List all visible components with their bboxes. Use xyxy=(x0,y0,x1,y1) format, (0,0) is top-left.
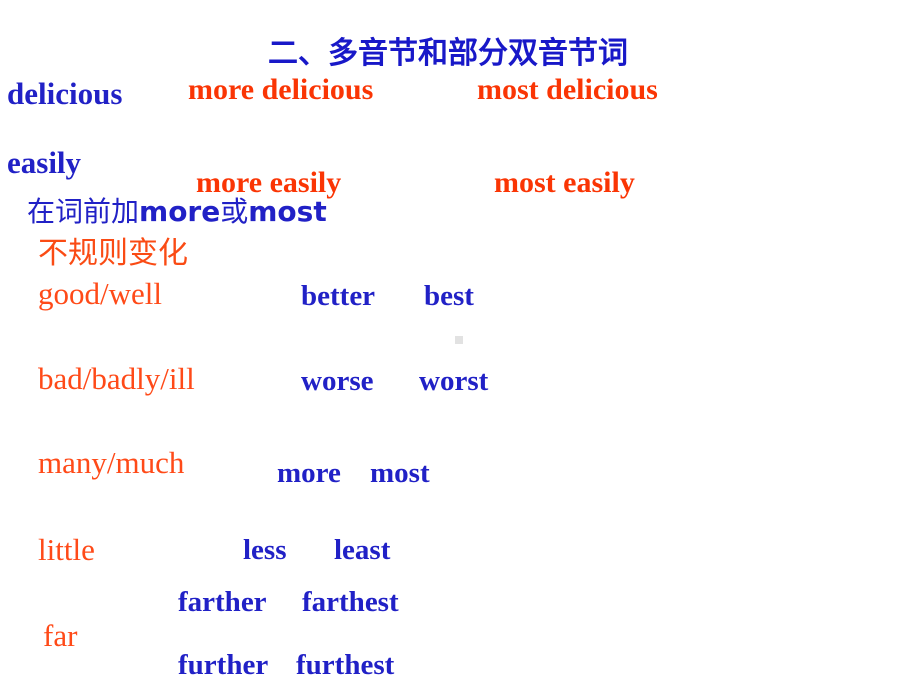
base-word-delicious: delicious xyxy=(7,76,123,111)
irregular-superlative-least: least xyxy=(334,534,391,566)
irregular-comparative-further: further xyxy=(178,649,269,681)
section-heading-irregular: 不规则变化 xyxy=(38,236,188,271)
page-title: 二、多音节和部分双音节词 xyxy=(268,36,628,71)
irregular-superlative-farthest: farthest xyxy=(302,586,399,618)
irregular-base-far: far xyxy=(43,618,78,653)
irregular-superlative-best: best xyxy=(424,280,474,312)
irregular-base-little: little xyxy=(38,532,95,567)
slide-canvas: 二、多音节和部分双音节词 delicious more delicious mo… xyxy=(0,0,920,690)
irregular-superlative-worst: worst xyxy=(419,365,489,397)
stray-gray-square-artifact xyxy=(455,336,463,344)
comparative-delicious: more delicious xyxy=(188,73,374,106)
rule-note-more: more xyxy=(139,195,221,228)
rule-note-most: most xyxy=(248,195,327,228)
irregular-comparative-better: better xyxy=(301,280,376,312)
irregular-base-many-much: many/much xyxy=(38,445,185,480)
irregular-comparative-farther: farther xyxy=(178,586,267,618)
superlative-easily: most easily xyxy=(494,166,635,199)
base-word-easily: easily xyxy=(7,145,82,180)
irregular-comparative-more: more xyxy=(277,457,341,489)
rule-note-add-more-or-most: 在词前加more或most xyxy=(27,190,327,230)
rule-note-conjunction: 或 xyxy=(220,195,249,228)
irregular-comparative-less: less xyxy=(243,534,287,566)
irregular-base-good-well: good/well xyxy=(38,276,162,311)
irregular-superlative-most: most xyxy=(370,457,430,489)
irregular-superlative-furthest: furthest xyxy=(296,649,395,681)
superlative-delicious: most delicious xyxy=(477,73,658,106)
rule-note-prefix: 在词前加 xyxy=(27,195,140,228)
irregular-base-bad-badly-ill: bad/badly/ill xyxy=(38,361,195,396)
irregular-comparative-worse: worse xyxy=(301,365,374,397)
